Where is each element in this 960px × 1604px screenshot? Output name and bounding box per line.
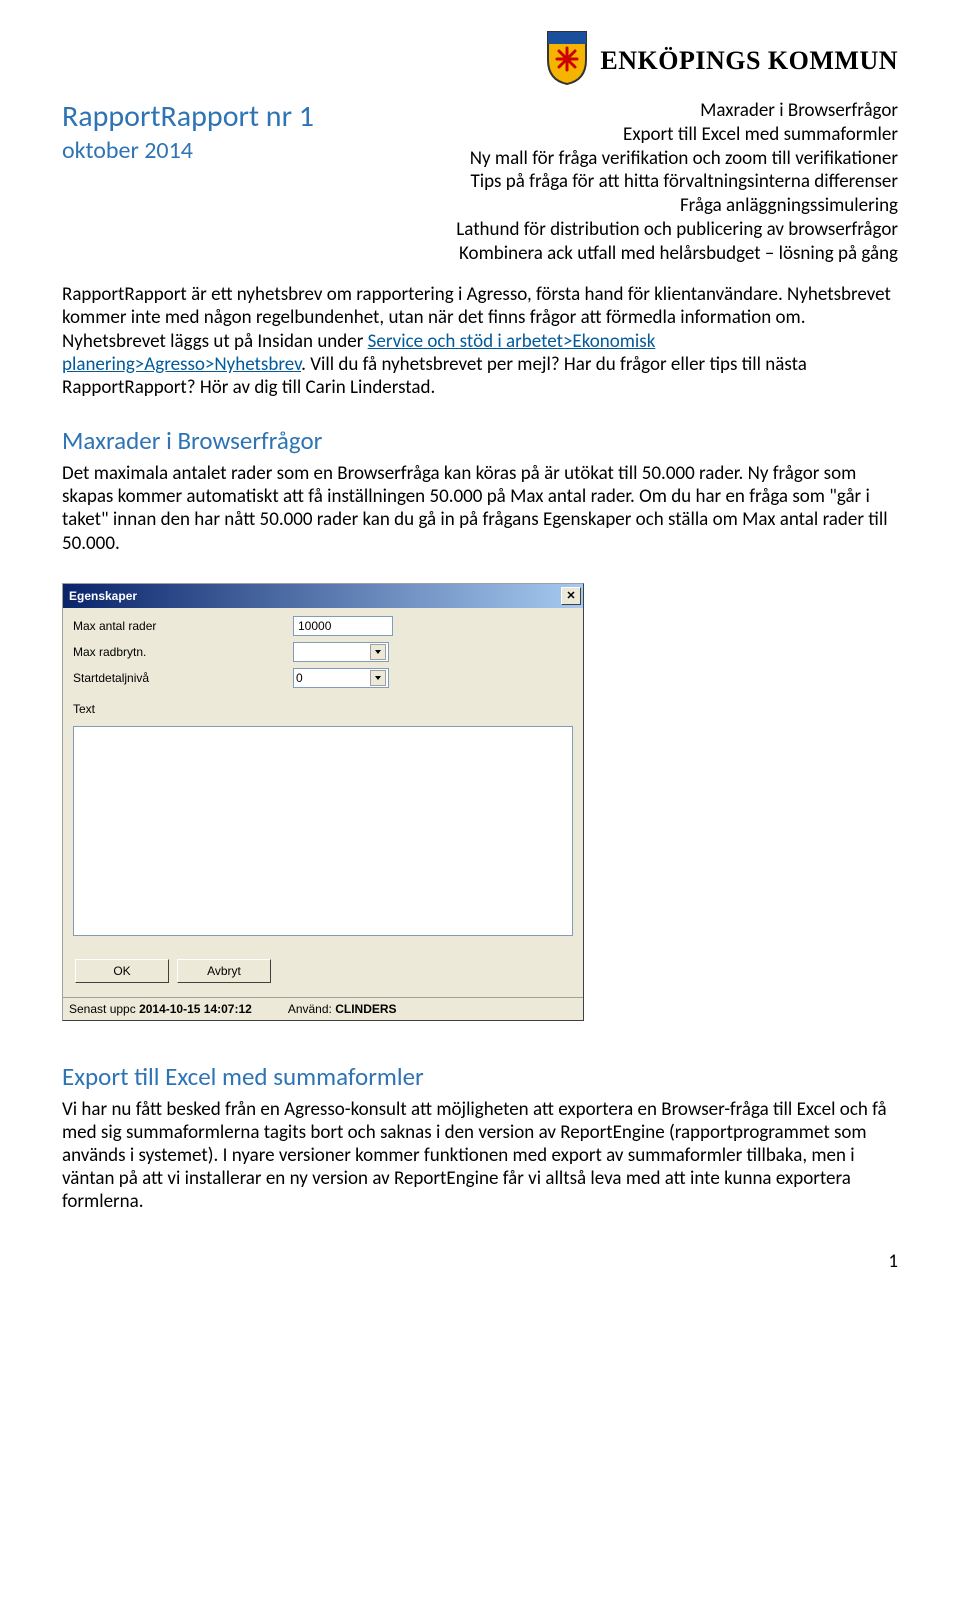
intro-paragraph: RapportRapport är ett nyhetsbrev om rapp…	[62, 283, 898, 399]
maxrows-input[interactable]	[293, 616, 393, 636]
status-updated: Senast uppc 2014-10-15 14:07:12	[69, 1002, 252, 1016]
header-bullet: Ny mall för fråga verifikation och zoom …	[392, 147, 898, 171]
ok-button[interactable]: OK	[75, 959, 169, 983]
chevron-down-icon	[370, 670, 386, 686]
section2-body: Vi har nu fått besked från en Agresso-ko…	[62, 1098, 898, 1214]
logo-text: ENKÖPINGS KOMMUN	[600, 46, 898, 76]
header-bullet: Tips på fråga för att hitta förvaltnings…	[392, 170, 898, 194]
section1-body: Det maximala antalet rader som en Browse…	[62, 462, 898, 555]
cancel-button[interactable]: Avbryt	[177, 959, 271, 983]
close-icon[interactable]: ✕	[561, 587, 581, 605]
header-bullet: Lathund för distribution och publicering…	[392, 218, 898, 242]
startdetail-value: 0	[296, 671, 303, 685]
section-heading-maxrader: Maxrader i Browserfrågor	[62, 425, 898, 456]
doc-subtitle: oktober 2014	[62, 137, 352, 166]
startdetail-label: Startdetaljnivå	[73, 671, 293, 685]
crest-icon	[544, 30, 590, 91]
header-bullet: Fråga anläggningssimulering	[392, 194, 898, 218]
maxbreak-label: Max radbrytn.	[73, 645, 293, 659]
header-bullet: Kombinera ack utfall med helårsbudget – …	[392, 242, 898, 266]
maxrows-label: Max antal rader	[73, 619, 293, 633]
chevron-down-icon	[370, 644, 386, 660]
section-heading-export: Export till Excel med summaformler	[62, 1061, 898, 1092]
page-number: 1	[62, 1250, 898, 1273]
logo-row: ENKÖPINGS KOMMUN	[62, 30, 898, 91]
dialog-statusbar: Senast uppc 2014-10-15 14:07:12 Använd: …	[63, 997, 583, 1020]
status-user: Använd: CLINDERS	[288, 1002, 397, 1016]
properties-dialog: Egenskaper ✕ Max antal rader Max radbryt…	[62, 583, 584, 1021]
dialog-title: Egenskaper	[69, 589, 137, 603]
text-label: Text	[73, 702, 293, 716]
doc-title: RapportRapport nr 1	[62, 99, 352, 135]
startdetail-combo[interactable]: 0	[293, 668, 389, 688]
header-bullet: Maxrader i Browserfrågor	[392, 99, 898, 123]
dialog-textarea[interactable]	[73, 726, 573, 936]
maxbreak-combo[interactable]	[293, 642, 389, 662]
header-bullet: Export till Excel med summaformler	[392, 123, 898, 147]
dialog-titlebar: Egenskaper ✕	[63, 584, 583, 608]
